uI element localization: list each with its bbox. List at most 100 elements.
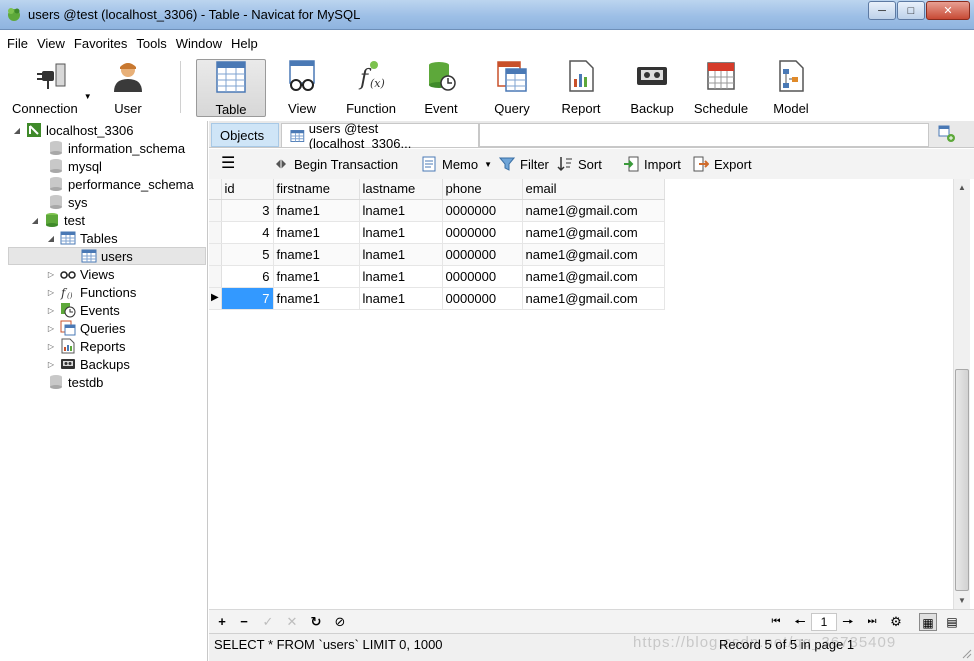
cell-email[interactable]: name1@gmail.com xyxy=(522,265,665,288)
tree-node-test[interactable]: ◢ test xyxy=(30,211,85,229)
collapse-arrow-icon[interactable]: ▷ xyxy=(46,288,56,297)
expand-arrow-icon[interactable]: ◢ xyxy=(46,234,56,243)
collapse-arrow-icon[interactable]: ▷ xyxy=(46,306,56,315)
cell-id[interactable]: 7 xyxy=(221,287,274,310)
menu-help[interactable]: Help xyxy=(231,36,258,51)
maximize-button[interactable]: □ xyxy=(897,1,925,20)
previous-page-icon[interactable]: 🠔 xyxy=(791,613,809,631)
tree-node-connection[interactable]: ◢ localhost_3306 xyxy=(12,121,134,139)
menu-view[interactable]: View xyxy=(37,36,65,51)
cell-phone[interactable]: 0000000 xyxy=(442,221,523,244)
row-header[interactable] xyxy=(209,199,222,222)
tree-node-users[interactable]: users xyxy=(8,247,206,265)
menu-favorites[interactable]: Favorites xyxy=(74,36,127,51)
export-button[interactable]: Export xyxy=(693,155,752,173)
cell-phone[interactable]: 0000000 xyxy=(442,265,523,288)
table-row[interactable]: 3 fname1 lname1 0000000 name1@gmail.com xyxy=(209,199,665,222)
add-record-icon[interactable]: + xyxy=(213,613,231,631)
cell-lastname[interactable]: lname1 xyxy=(359,221,443,244)
import-button[interactable]: Import xyxy=(623,155,681,173)
apply-icon[interactable]: ✓ xyxy=(259,613,277,631)
cell-lastname[interactable]: lname1 xyxy=(359,243,443,266)
row-header[interactable] xyxy=(209,265,222,288)
cell-firstname[interactable]: fname1 xyxy=(273,199,360,222)
tree-node-reports[interactable]: ▷ Reports xyxy=(46,337,126,355)
function-button[interactable]: f (x) Function xyxy=(340,59,402,117)
cell-id[interactable]: 4 xyxy=(221,221,274,244)
row-header[interactable]: ▶ xyxy=(209,287,222,310)
expand-arrow-icon[interactable]: ◢ xyxy=(30,216,40,225)
tree-node-views[interactable]: ▷ Views xyxy=(46,265,115,283)
table-row[interactable]: 6 fname1 lname1 0000000 name1@gmail.com xyxy=(209,265,665,288)
dropdown-arrow-icon[interactable]: ▼ xyxy=(84,92,92,101)
cell-lastname[interactable]: lname1 xyxy=(359,265,443,288)
column-header-firstname[interactable]: firstname xyxy=(273,179,360,200)
view-button[interactable]: View xyxy=(276,59,328,117)
page-number-input[interactable]: 1 xyxy=(811,613,837,631)
memo-button[interactable]: Memo ▼ xyxy=(421,155,492,173)
backup-button[interactable]: Backup xyxy=(624,59,680,117)
dropdown-arrow-icon[interactable]: ▼ xyxy=(484,160,492,169)
cell-lastname[interactable]: lname1 xyxy=(359,199,443,222)
table-row[interactable]: 4 fname1 lname1 0000000 name1@gmail.com xyxy=(209,221,665,244)
tab-objects[interactable]: Objects xyxy=(211,123,279,147)
first-page-icon[interactable]: ⏮ xyxy=(767,613,785,631)
tree-node-mysql[interactable]: mysql xyxy=(48,157,102,175)
grid-view-icon[interactable]: ▦ xyxy=(919,613,937,631)
begin-transaction-button[interactable]: Begin Transaction xyxy=(273,155,398,173)
row-header[interactable] xyxy=(209,221,222,244)
cell-firstname[interactable]: fname1 xyxy=(273,221,360,244)
new-object-icon[interactable] xyxy=(938,125,956,143)
cell-id[interactable]: 6 xyxy=(221,265,274,288)
scroll-thumb[interactable] xyxy=(955,369,969,591)
tree-node-tables[interactable]: ◢ Tables xyxy=(46,229,118,247)
cell-email[interactable]: name1@gmail.com xyxy=(522,199,665,222)
form-view-icon[interactable]: ▤ xyxy=(943,613,961,631)
table-button[interactable]: Table xyxy=(196,59,266,117)
scroll-up-icon[interactable]: ▲ xyxy=(954,179,970,196)
cell-phone[interactable]: 0000000 xyxy=(442,287,523,310)
cell-phone[interactable]: 0000000 xyxy=(442,243,523,266)
column-header-phone[interactable]: phone xyxy=(442,179,523,200)
expand-arrow-icon[interactable]: ◢ xyxy=(12,126,22,135)
tree-node-functions[interactable]: ▷ f() Functions xyxy=(46,283,136,301)
collapse-arrow-icon[interactable]: ▷ xyxy=(46,360,56,369)
cell-firstname[interactable]: fname1 xyxy=(273,265,360,288)
menu-window[interactable]: Window xyxy=(176,36,222,51)
refresh-icon[interactable]: ↻ xyxy=(307,613,325,631)
vertical-scrollbar[interactable]: ▲ ▼ xyxy=(953,179,970,609)
cell-id[interactable]: 3 xyxy=(221,199,274,222)
delete-record-icon[interactable]: − xyxy=(235,613,253,631)
model-button[interactable]: Model xyxy=(766,59,816,117)
settings-gear-icon[interactable]: ⚙ xyxy=(887,613,905,631)
menu-button[interactable]: ☰ xyxy=(221,155,235,173)
tree-node-events[interactable]: ▷ Events xyxy=(46,301,120,319)
column-header-lastname[interactable]: lastname xyxy=(359,179,443,200)
schedule-button[interactable]: Schedule xyxy=(690,59,752,117)
report-button[interactable]: Report xyxy=(554,59,608,117)
collapse-arrow-icon[interactable]: ▷ xyxy=(46,324,56,333)
sort-button[interactable]: Sort xyxy=(557,155,602,173)
cell-email[interactable]: name1@gmail.com xyxy=(522,287,665,310)
cell-id[interactable]: 5 xyxy=(221,243,274,266)
tree-node-sys[interactable]: sys xyxy=(48,193,88,211)
column-header-email[interactable]: email xyxy=(522,179,665,200)
cell-lastname[interactable]: lname1 xyxy=(359,287,443,310)
row-header[interactable] xyxy=(209,243,222,266)
cell-firstname[interactable]: fname1 xyxy=(273,287,360,310)
close-button[interactable]: ✕ xyxy=(926,1,970,20)
collapse-arrow-icon[interactable]: ▷ xyxy=(46,270,56,279)
tab-users[interactable]: users @test (localhost_3306... xyxy=(281,121,479,151)
discard-icon[interactable]: ✕ xyxy=(283,613,301,631)
menu-file[interactable]: File xyxy=(7,36,28,51)
resize-grip-icon[interactable] xyxy=(962,649,972,659)
column-header-id[interactable]: id xyxy=(221,179,274,200)
cell-phone[interactable]: 0000000 xyxy=(442,199,523,222)
tree-node-performance-schema[interactable]: performance_schema xyxy=(48,175,194,193)
event-button[interactable]: Event xyxy=(414,59,468,117)
minimize-button[interactable]: ─ xyxy=(868,1,896,20)
tree-node-testdb[interactable]: testdb xyxy=(48,373,103,391)
tree-node-information-schema[interactable]: information_schema xyxy=(48,139,185,157)
table-row[interactable]: ▶ 7 fname1 lname1 0000000 name1@gmail.com xyxy=(209,287,665,310)
query-button[interactable]: Query xyxy=(484,59,540,117)
